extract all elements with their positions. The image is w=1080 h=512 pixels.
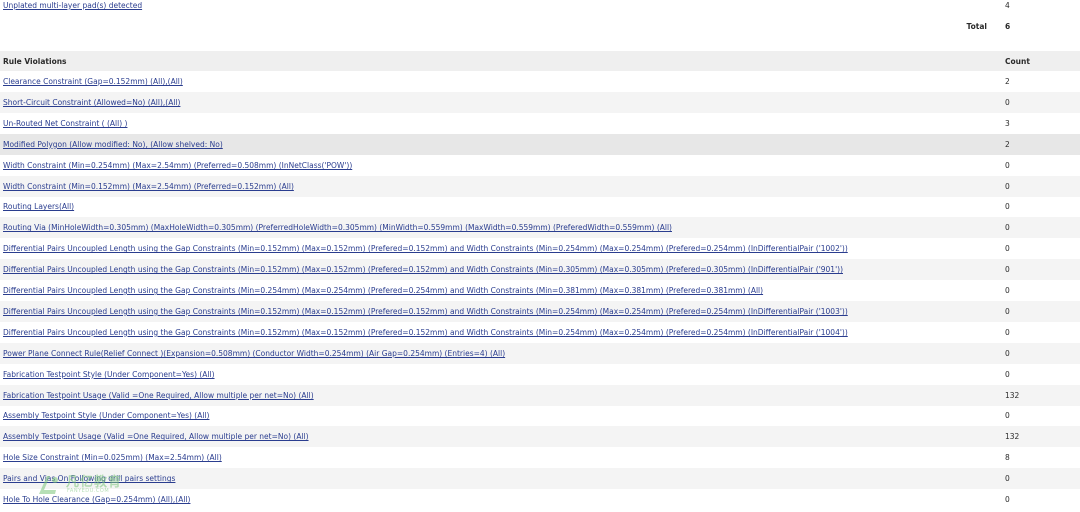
rule-link[interactable]: Un-Routed Net Constraint ( (All) ) [3,119,127,128]
table-row: Clearance Constraint (Gap=0.152mm) (All)… [0,71,1080,92]
rule-count: 0 [1005,181,1010,191]
total-label: Total [966,22,988,31]
rule-name-cell: Fabrication Testpoint Usage (Valid =One … [0,391,1000,400]
rule-name-cell: Differential Pairs Uncoupled Length usin… [0,244,1000,253]
rule-name-cell: Clearance Constraint (Gap=0.152mm) (All)… [0,77,1000,86]
rule-name-cell: Power Plane Connect Rule(Relief Connect … [0,349,1000,358]
unplated-pads-link[interactable]: Unplated multi-layer pad(s) detected [3,1,142,10]
rule-count: 0 [1005,286,1010,295]
rule-count: 0 [1005,244,1010,254]
table-row: Modified Polygon (Allow modified: No), (… [0,133,1080,155]
rule-link[interactable]: Assembly Testpoint Style (Under Componen… [3,411,209,420]
rule-count: 0 [1005,348,1010,358]
rule-name-cell: Hole To Hole Clearance (Gap=0.254mm) (Al… [0,495,1000,504]
unplated-pads-count: 4 [1005,1,1010,10]
rule-link[interactable]: Assembly Testpoint Usage (Valid =One Req… [3,432,309,441]
rule-name-cell: Differential Pairs Uncoupled Length usin… [0,328,1000,337]
table-row: Differential Pairs Uncoupled Length usin… [0,300,1080,322]
rule-link[interactable]: Differential Pairs Uncoupled Length usin… [3,328,848,337]
total-value: 6 [1005,22,1011,31]
rule-link[interactable]: Modified Polygon (Allow modified: No), (… [3,140,223,149]
rule-count: 0 [1005,327,1010,337]
table-row: Width Constraint (Min=0.152mm) (Max=2.54… [0,175,1080,197]
rule-count: 0 [1005,97,1010,107]
report-page: Unplated multi-layer pad(s) detected 4 T… [0,0,1080,512]
table-row: Fabrication Testpoint Style (Under Compo… [0,364,1080,385]
violations-header-row: Rule Violations Count [0,51,1080,71]
rule-count: 0 [1005,474,1010,484]
table-row: Hole To Hole Clearance (Gap=0.254mm) (Al… [0,489,1080,510]
rule-name-cell: Width Constraint (Min=0.152mm) (Max=2.54… [0,182,1000,191]
rule-link[interactable]: Power Plane Connect Rule(Relief Connect … [3,349,505,358]
rule-name-cell: Hole Size Constraint (Min=0.025mm) (Max=… [0,453,1000,462]
table-row: Routing Via (MinHoleWidth=0.305mm) (MaxH… [0,217,1080,239]
rule-count: 0 [1005,495,1010,504]
rule-name-cell: Routing Layers(All) [0,202,1000,211]
rule-name-cell: Pairs and Vias On Following drill pairs … [0,474,1000,483]
table-row: Differential Pairs Uncoupled Length usin… [0,259,1080,281]
rule-name-cell: Assembly Testpoint Usage (Valid =One Req… [0,432,1000,441]
table-row: Differential Pairs Uncoupled Length usin… [0,322,1080,343]
rule-link[interactable]: Fabrication Testpoint Usage (Valid =One … [3,391,314,400]
rule-count: 132 [1005,432,1020,442]
table-row: Short-Circuit Constraint (Allowed=No) (A… [0,91,1080,113]
unplated-pads-row: Unplated multi-layer pad(s) detected 4 [0,0,1080,16]
table-row: Pairs and Vias On Following drill pairs … [0,468,1080,490]
rule-name-cell: Un-Routed Net Constraint ( (All) ) [0,119,1000,128]
rule-name-cell: Differential Pairs Uncoupled Length usin… [0,265,1000,274]
header-rule-violations: Rule Violations [3,56,67,66]
table-row: Routing Layers(All) 0 [0,196,1080,217]
rule-link[interactable]: Width Constraint (Min=0.152mm) (Max=2.54… [3,182,294,191]
rule-count: 0 [1005,306,1010,316]
total-row: Total 6 [0,16,1080,37]
rule-count: 0 [1005,223,1010,233]
rule-link[interactable]: Differential Pairs Uncoupled Length usin… [3,265,843,274]
rule-count: 0 [1005,160,1010,170]
rule-link[interactable]: Clearance Constraint (Gap=0.152mm) (All)… [3,77,183,86]
rule-link[interactable]: Differential Pairs Uncoupled Length usin… [3,307,848,316]
table-row: Fabrication Testpoint Usage (Valid =One … [0,384,1080,406]
rule-link[interactable]: Differential Pairs Uncoupled Length usin… [3,244,848,253]
table-row: Assembly Testpoint Usage (Valid =One Req… [0,426,1080,448]
rule-count: 0 [1005,265,1010,275]
rule-name-cell: Short-Circuit Constraint (Allowed=No) (A… [0,98,1000,107]
table-row: Un-Routed Net Constraint ( (All) ) 3 [0,113,1080,134]
rule-link[interactable]: Pairs and Vias On Following drill pairs … [3,474,175,483]
rule-link[interactable]: Differential Pairs Uncoupled Length usin… [3,286,763,295]
rule-count: 8 [1005,453,1010,463]
rule-count: 132 [1005,390,1020,400]
rule-link[interactable]: Routing Via (MinHoleWidth=0.305mm) (MaxH… [3,223,672,232]
rule-link[interactable]: Width Constraint (Min=0.254mm) (Max=2.54… [3,161,352,170]
rule-link[interactable]: Fabrication Testpoint Style (Under Compo… [3,370,215,379]
rule-count: 2 [1005,139,1010,149]
rule-count: 0 [1005,202,1010,212]
table-row: Power Plane Connect Rule(Relief Connect … [0,342,1080,364]
rule-link[interactable]: Routing Layers(All) [3,202,74,211]
table-row: Width Constraint (Min=0.254mm) (Max=2.54… [0,155,1080,176]
rule-count: 0 [1005,411,1010,421]
rule-link[interactable]: Hole Size Constraint (Min=0.025mm) (Max=… [3,453,222,462]
table-row: Assembly Testpoint Style (Under Componen… [0,405,1080,426]
rule-name-cell: Assembly Testpoint Style (Under Componen… [0,411,1000,420]
rule-name-cell: Modified Polygon (Allow modified: No), (… [0,140,1000,149]
rule-link[interactable]: Hole To Hole Clearance (Gap=0.254mm) (Al… [3,495,190,504]
rule-name-cell: Differential Pairs Uncoupled Length usin… [0,286,1000,295]
table-row: Hole Size Constraint (Min=0.025mm) (Max=… [0,447,1080,468]
rule-name-cell: Width Constraint (Min=0.254mm) (Max=2.54… [0,161,1000,170]
rule-name-cell: Fabrication Testpoint Style (Under Compo… [0,370,1000,379]
rule-name-cell: Differential Pairs Uncoupled Length usin… [0,307,1000,316]
rule-count: 3 [1005,118,1010,128]
rule-count: 2 [1005,77,1010,86]
table-row: Differential Pairs Uncoupled Length usin… [0,238,1080,259]
rule-link[interactable]: Short-Circuit Constraint (Allowed=No) (A… [3,98,180,107]
rule-name-cell: Routing Via (MinHoleWidth=0.305mm) (MaxH… [0,223,1000,232]
rule-count: 0 [1005,369,1010,379]
table-row: Differential Pairs Uncoupled Length usin… [0,280,1080,301]
header-count: Count [1005,56,1030,66]
